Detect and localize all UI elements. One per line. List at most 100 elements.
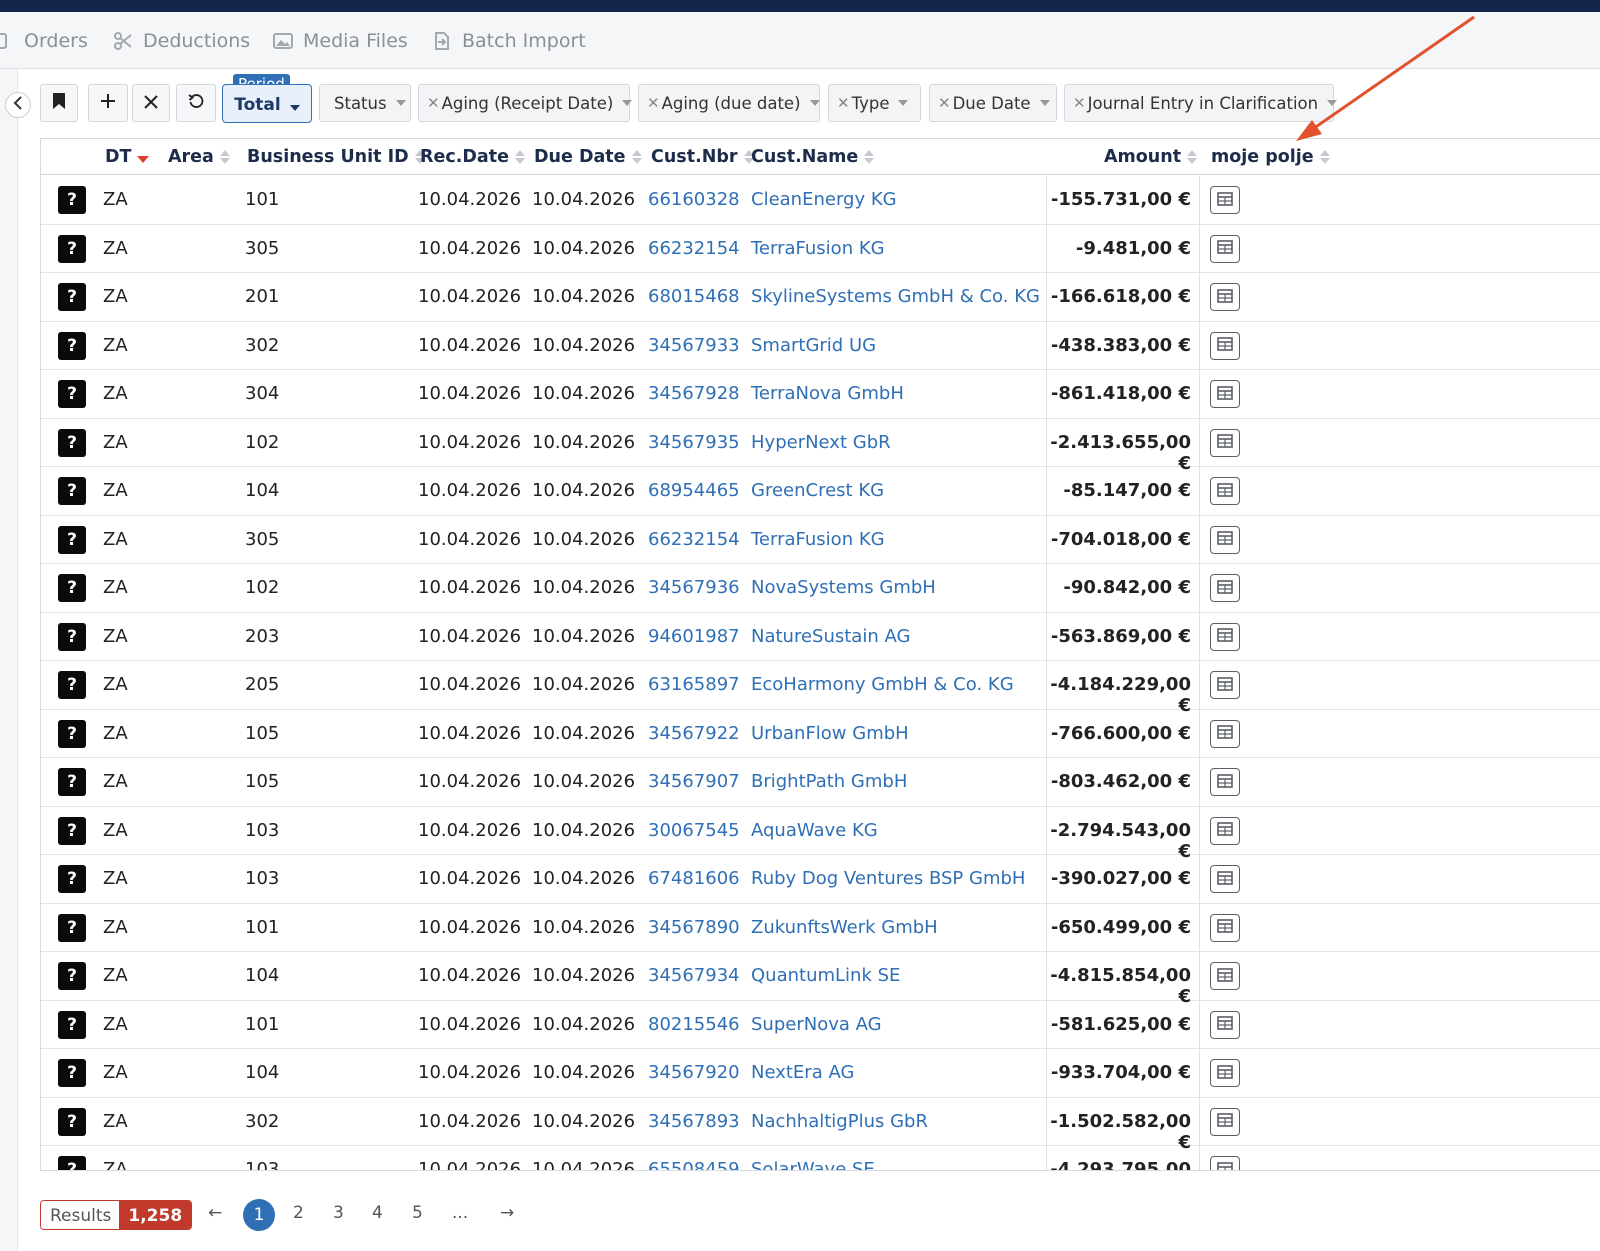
column-header-area[interactable]: Area [168, 147, 230, 167]
clarification-icon[interactable]: ? [58, 622, 86, 651]
cell-cust-nbr-link[interactable]: 67481606 [648, 868, 740, 889]
cell-cust-nbr-link[interactable]: 66232154 [648, 529, 740, 550]
page-button[interactable]: 2 [293, 1203, 304, 1223]
column-header-custom-field[interactable]: moje polje [1211, 147, 1330, 167]
clarification-icon[interactable]: ? [58, 525, 86, 554]
page-button[interactable]: 5 [412, 1203, 423, 1223]
cell-cust-nbr-link[interactable]: 30067545 [648, 820, 740, 841]
table-view-button[interactable] [1210, 283, 1240, 311]
cell-cust-name-link[interactable]: ZukunftsWerk GmbH [751, 917, 938, 938]
table-row[interactable]: ? ZA 305 10.04.2026 10.04.2026 66232154 TerraF… [41, 516, 1600, 564]
table-view-button[interactable] [1210, 671, 1240, 699]
cell-cust-name-link[interactable]: TerraFusion KG [751, 529, 885, 550]
cell-cust-nbr-link[interactable]: 34567922 [648, 723, 740, 744]
cell-cust-name-link[interactable]: UrbanFlow GmbH [751, 723, 909, 744]
table-view-button[interactable] [1210, 1059, 1240, 1087]
cell-cust-name-link[interactable]: TerraFusion KG [751, 238, 885, 259]
table-view-button[interactable] [1210, 331, 1240, 360]
cell-cust-name-link[interactable]: Ruby Dog Ventures BSP GmbH [751, 868, 1025, 889]
cell-cust-nbr-link[interactable]: 34567928 [648, 383, 740, 404]
table-view-button[interactable] [1210, 525, 1240, 554]
clarification-icon[interactable]: ? [58, 816, 86, 845]
collapse-sidebar-button[interactable] [5, 92, 31, 118]
remove-filter-icon[interactable]: ✕ [837, 94, 850, 112]
cell-cust-nbr-link[interactable]: 34567890 [648, 917, 740, 938]
clarification-icon[interactable]: ? [58, 234, 86, 263]
clear-filters-button[interactable] [132, 84, 170, 122]
table-view-button[interactable] [1210, 380, 1240, 408]
cell-cust-name-link[interactable]: TerraNova GmbH [751, 383, 904, 404]
cell-cust-nbr-link[interactable]: 66160328 [648, 189, 740, 210]
cell-cust-nbr-link[interactable]: 68954465 [648, 480, 740, 501]
table-row[interactable]: ? ZA 102 10.04.2026 10.04.2026 34567935 HyperN… [41, 419, 1600, 474]
table-view-button[interactable] [1210, 865, 1240, 893]
cell-cust-name-link[interactable]: AquaWave KG [751, 820, 878, 841]
column-header-dt[interactable]: DT [105, 147, 150, 167]
clarification-icon[interactable]: ? [58, 962, 86, 990]
table-view-button[interactable] [1210, 1107, 1240, 1136]
clarification-icon[interactable]: ? [58, 186, 86, 214]
reset-button[interactable] [176, 84, 216, 122]
table-view-button[interactable] [1210, 768, 1240, 796]
table-row[interactable]: ? ZA 201 10.04.2026 10.04.2026 68015468 Skylin… [41, 273, 1600, 322]
clarification-icon[interactable]: ? [58, 283, 86, 311]
filter-type[interactable]: ✕ Type [828, 84, 921, 122]
cell-cust-nbr-link[interactable]: 94601987 [648, 626, 740, 647]
filter-aging-receipt[interactable]: ✕ Aging (Receipt Date) [418, 84, 633, 122]
cell-cust-name-link[interactable]: SolarWave SE [751, 1159, 875, 1170]
tab-orders[interactable]: Orders [0, 30, 88, 52]
column-header-due-date[interactable]: Due Date [534, 147, 642, 167]
column-header-rec-date[interactable]: Rec.Date [420, 147, 525, 167]
clarification-icon[interactable]: ? [58, 331, 86, 360]
column-header-amount[interactable]: Amount [1104, 147, 1198, 167]
cell-cust-name-link[interactable]: NovaSystems GmbH [751, 577, 936, 598]
table-row[interactable]: ? ZA 103 10.04.2026 10.04.2026 30067545 AquaWa… [41, 807, 1600, 862]
cell-cust-nbr-link[interactable]: 34567933 [648, 335, 740, 356]
bookmark-button[interactable] [40, 84, 78, 122]
cell-cust-nbr-link[interactable]: 68015468 [648, 286, 740, 307]
clarification-icon[interactable]: ? [58, 574, 86, 602]
clarification-icon[interactable]: ? [58, 380, 86, 408]
add-filter-button[interactable] [88, 84, 128, 122]
table-row[interactable]: ? ZA 103 10.04.2026 10.04.2026 67481606 Ruby D… [41, 855, 1600, 904]
clarification-icon[interactable]: ? [58, 1059, 86, 1087]
cell-cust-name-link[interactable]: SkylineSystems GmbH & Co. KG [751, 286, 1040, 307]
cell-cust-nbr-link[interactable]: 34567936 [648, 577, 740, 598]
table-view-button[interactable] [1210, 574, 1240, 602]
table-row[interactable]: ? ZA 104 10.04.2026 10.04.2026 68954465 GreenC… [41, 467, 1600, 516]
table-view-button[interactable] [1210, 428, 1240, 457]
page-button[interactable]: 4 [372, 1203, 383, 1223]
cell-cust-name-link[interactable]: NextEra AG [751, 1062, 854, 1083]
clarification-icon[interactable]: ? [58, 428, 86, 457]
table-row[interactable]: ? ZA 104 10.04.2026 10.04.2026 34567934 Quantu… [41, 952, 1600, 1007]
cell-cust-nbr-link[interactable]: 80215546 [648, 1014, 740, 1035]
period-dropdown[interactable]: Total [222, 84, 312, 123]
column-header-business-unit[interactable]: Business Unit ID [247, 147, 425, 167]
tab-media-files[interactable]: Media Files [273, 30, 408, 52]
cell-cust-name-link[interactable]: BrightPath GmbH [751, 771, 907, 792]
table-row[interactable]: ? ZA 203 10.04.2026 10.04.2026 94601987 Nature… [41, 613, 1600, 661]
next-page-button[interactable]: → [500, 1203, 514, 1223]
table-row[interactable]: ? ZA 101 10.04.2026 10.04.2026 80215546 SuperN… [41, 1001, 1600, 1049]
clarification-icon[interactable]: ? [58, 671, 86, 699]
column-header-cust-nbr[interactable]: Cust.Nbr [651, 147, 754, 167]
filter-status[interactable]: Status [319, 84, 411, 122]
table-view-button[interactable] [1210, 962, 1240, 990]
cell-cust-name-link[interactable]: NachhaltigPlus GbR [751, 1111, 928, 1132]
cell-cust-nbr-link[interactable]: 66232154 [648, 238, 740, 259]
table-view-button[interactable] [1210, 816, 1240, 845]
clarification-icon[interactable]: ? [58, 1156, 86, 1170]
clarification-icon[interactable]: ? [58, 1010, 86, 1039]
cell-cust-name-link[interactable]: HyperNext GbR [751, 432, 891, 453]
table-row[interactable]: ? ZA 304 10.04.2026 10.04.2026 34567928 TerraN… [41, 370, 1600, 419]
table-view-button[interactable] [1210, 1010, 1240, 1039]
clarification-icon[interactable]: ? [58, 719, 86, 748]
table-view-button[interactable] [1210, 622, 1240, 651]
cell-cust-nbr-link[interactable]: 34567920 [648, 1062, 740, 1083]
table-row[interactable]: ? ZA 104 10.04.2026 10.04.2026 34567920 NextEr… [41, 1049, 1600, 1098]
cell-cust-name-link[interactable]: SmartGrid UG [751, 335, 876, 356]
table-view-button[interactable] [1210, 186, 1240, 214]
table-row[interactable]: ? ZA 102 10.04.2026 10.04.2026 34567936 NovaSy… [41, 564, 1600, 613]
tab-batch-import[interactable]: Batch Import [432, 30, 586, 52]
remove-filter-icon[interactable]: ✕ [1073, 94, 1086, 112]
